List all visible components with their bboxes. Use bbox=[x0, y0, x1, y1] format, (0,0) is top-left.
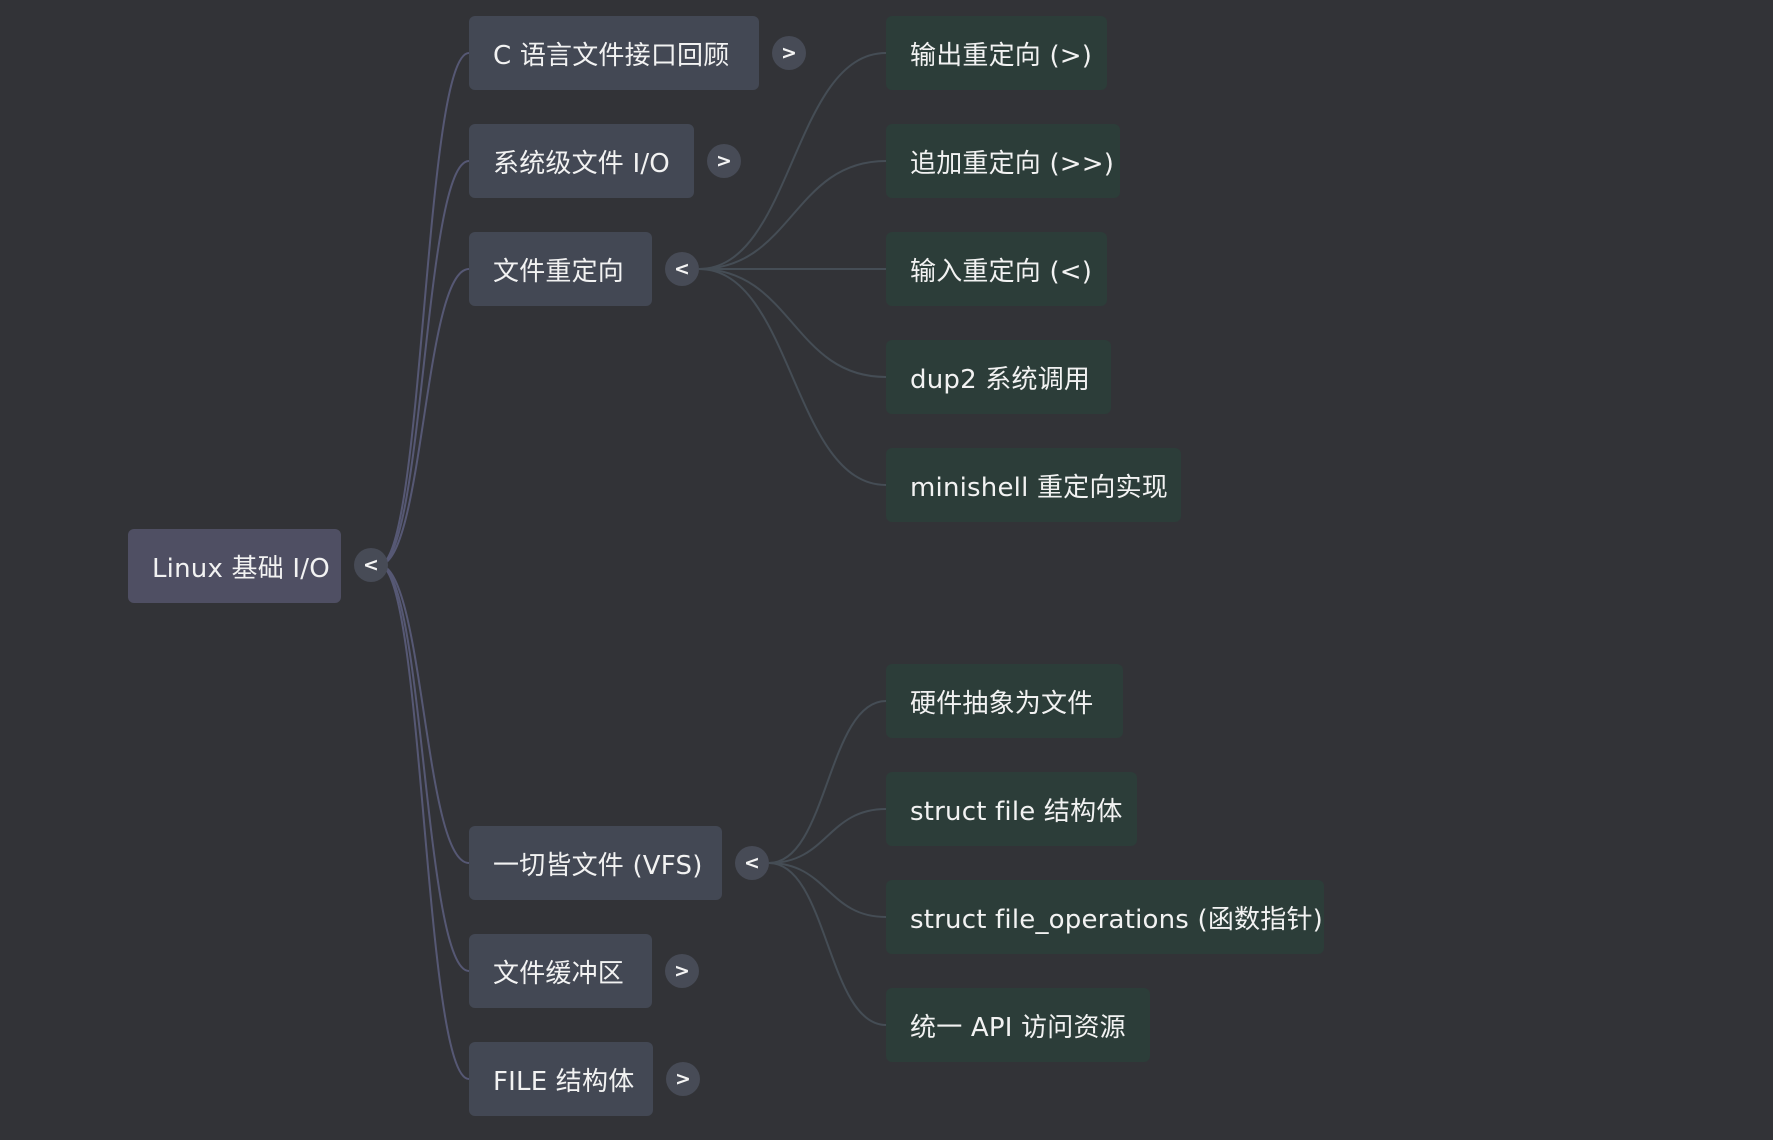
branch-expand-toggle[interactable]: > bbox=[665, 954, 699, 988]
leaf-label: 统一 API 访问资源 bbox=[910, 1012, 1126, 1043]
branch-expand-toggle[interactable]: > bbox=[707, 144, 741, 178]
leaf-node-minishell-redirect[interactable]: minishell 重定向实现 bbox=[886, 448, 1181, 522]
chevron-left-icon: < bbox=[363, 553, 379, 576]
branch-node-everything-is-file[interactable]: 一切皆文件 (VFS) bbox=[469, 826, 722, 900]
branch-label: 文件缓冲区 bbox=[493, 958, 625, 989]
vfs-link-3 bbox=[768, 862, 887, 1026]
branch-node-file-buffer[interactable]: 文件缓冲区 bbox=[469, 934, 652, 1008]
branch-label: 文件重定向 bbox=[493, 256, 625, 287]
vfs-link-0 bbox=[768, 700, 887, 864]
leaf-label: struct file 结构体 bbox=[910, 796, 1123, 827]
mind-map-canvas: Linux 基础 I/O < C 语言文件接口回顾 > 系统级文件 I/O > … bbox=[0, 0, 1773, 1140]
branch-collapse-toggle[interactable]: < bbox=[735, 846, 769, 880]
chevron-right-icon: > bbox=[675, 1067, 691, 1090]
branch-node-system-file-io[interactable]: 系统级文件 I/O bbox=[469, 124, 694, 198]
branch-node-file-struct[interactable]: FILE 结构体 bbox=[469, 1042, 653, 1116]
root-link-4 bbox=[378, 564, 470, 972]
leaf-node-unified-api[interactable]: 统一 API 访问资源 bbox=[886, 988, 1150, 1062]
root-collapse-toggle[interactable]: < bbox=[354, 548, 388, 582]
root-link-3 bbox=[378, 564, 470, 864]
leaf-node-file-operations[interactable]: struct file_operations (函数指针) bbox=[886, 880, 1324, 954]
redirect-link-3 bbox=[698, 268, 887, 378]
leaf-label: struct file_operations (函数指针) bbox=[910, 904, 1323, 935]
chevron-left-icon: < bbox=[674, 257, 690, 280]
leaf-node-dup2[interactable]: dup2 系统调用 bbox=[886, 340, 1111, 414]
branch-connectors bbox=[698, 52, 887, 1026]
branch-label: 系统级文件 I/O bbox=[493, 148, 670, 179]
chevron-right-icon: > bbox=[781, 41, 797, 64]
branch-collapse-toggle[interactable]: < bbox=[665, 252, 699, 286]
root-node[interactable]: Linux 基础 I/O bbox=[128, 529, 341, 603]
leaf-node-output-redirect[interactable]: 输出重定向 (>) bbox=[886, 16, 1107, 90]
leaf-node-append-redirect[interactable]: 追加重定向 (>>) bbox=[886, 124, 1120, 198]
root-link-1 bbox=[378, 160, 470, 566]
leaf-label: 追加重定向 (>>) bbox=[910, 148, 1115, 179]
branch-label: C 语言文件接口回顾 bbox=[493, 40, 730, 71]
chevron-right-icon: > bbox=[674, 959, 690, 982]
branch-expand-toggle[interactable]: > bbox=[772, 36, 806, 70]
root-link-2 bbox=[378, 268, 470, 566]
root-link-5 bbox=[378, 564, 470, 1080]
branch-expand-toggle[interactable]: > bbox=[666, 1062, 700, 1096]
root-label: Linux 基础 I/O bbox=[152, 553, 330, 584]
leaf-label: dup2 系统调用 bbox=[910, 364, 1091, 395]
branch-node-c-file-api[interactable]: C 语言文件接口回顾 bbox=[469, 16, 759, 90]
branch-label: FILE 结构体 bbox=[493, 1066, 635, 1097]
leaf-node-struct-file[interactable]: struct file 结构体 bbox=[886, 772, 1137, 846]
chevron-right-icon: > bbox=[716, 149, 732, 172]
leaf-node-input-redirect[interactable]: 输入重定向 (<) bbox=[886, 232, 1107, 306]
leaf-label: 硬件抽象为文件 bbox=[910, 688, 1094, 719]
leaf-label: 输入重定向 (<) bbox=[910, 256, 1093, 287]
leaf-label: minishell 重定向实现 bbox=[910, 472, 1168, 503]
chevron-left-icon: < bbox=[744, 851, 760, 874]
vfs-link-1 bbox=[768, 808, 887, 864]
branch-label: 一切皆文件 (VFS) bbox=[493, 850, 703, 881]
branch-node-file-redirection[interactable]: 文件重定向 bbox=[469, 232, 652, 306]
leaf-node-hardware-abstraction[interactable]: 硬件抽象为文件 bbox=[886, 664, 1123, 738]
redirect-link-4 bbox=[698, 268, 887, 486]
leaf-label: 输出重定向 (>) bbox=[910, 40, 1093, 71]
root-link-0 bbox=[378, 52, 470, 566]
vfs-link-2 bbox=[768, 862, 887, 918]
root-connectors bbox=[378, 52, 470, 1080]
